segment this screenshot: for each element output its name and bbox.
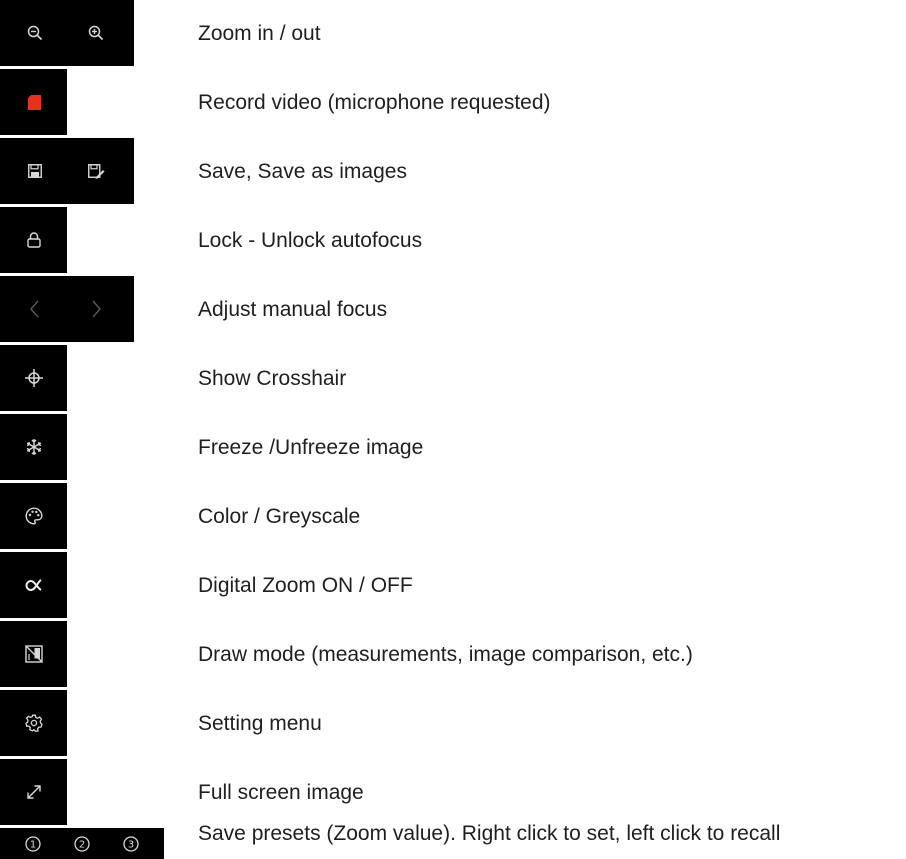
legend-label: Color / Greyscale — [198, 504, 361, 528]
palette-icon — [25, 507, 43, 525]
lock-icon — [27, 232, 41, 248]
legend-row-record: Record video (microphone requested) — [0, 69, 906, 135]
svg-text:1: 1 — [30, 840, 36, 851]
focus-decrease-button[interactable] — [20, 294, 50, 324]
legend-label: Adjust manual focus — [198, 297, 388, 321]
svg-text:2: 2 — [79, 840, 85, 851]
zoom-in-icon — [88, 25, 104, 41]
legend-row-color: Color / Greyscale — [0, 483, 906, 549]
lock-button[interactable] — [19, 225, 49, 255]
svg-text:3: 3 — [128, 840, 134, 851]
legend-label: Draw mode (measurements, image compariso… — [198, 642, 693, 666]
legend-label: Setting menu — [198, 711, 322, 735]
legend-label: Full screen image — [198, 780, 364, 804]
draw-mode-icon — [25, 645, 43, 663]
legend-row-zoom: Zoom in / out — [0, 0, 906, 66]
preset-1-button[interactable]: 1 — [21, 832, 45, 856]
legend-row-focus: Adjust manual focus — [0, 276, 906, 342]
legend-row-save: Save, Save as images — [0, 138, 906, 204]
digital-zoom-button[interactable] — [19, 570, 49, 600]
legend-label: Freeze /Unfreeze image — [198, 435, 424, 459]
legend-label: Lock - Unlock autofocus — [198, 228, 423, 252]
legend-label: Save presets (Zoom value). Right click t… — [198, 821, 781, 845]
gear-icon — [25, 714, 43, 732]
crosshair-button[interactable] — [19, 363, 49, 393]
save-icon — [28, 164, 42, 178]
preset-3-button[interactable]: 3 — [119, 832, 143, 856]
zoom-in-button[interactable] — [81, 18, 111, 48]
zoom-out-button[interactable] — [20, 18, 50, 48]
proportional-icon — [25, 579, 42, 592]
save-button[interactable] — [20, 156, 50, 186]
chevron-left-icon — [30, 300, 39, 318]
legend-row-crosshair: Show Crosshair — [0, 345, 906, 411]
focus-increase-button[interactable] — [81, 294, 111, 324]
legend-row-presets: 1 2 3 Save presets (Zoom value). Right c… — [0, 823, 906, 859]
chevron-right-icon — [92, 300, 101, 318]
legend-row-lock: Lock - Unlock autofocus — [0, 207, 906, 273]
crosshair-icon — [25, 369, 43, 387]
draw-mode-button[interactable] — [19, 639, 49, 669]
legend-label: Show Crosshair — [198, 366, 347, 390]
legend-row-draw: Draw mode (measurements, image compariso… — [0, 621, 906, 687]
legend-row-settings: Setting menu — [0, 690, 906, 756]
settings-button[interactable] — [19, 708, 49, 738]
record-icon — [27, 94, 41, 110]
preset-3-icon: 3 — [123, 836, 139, 852]
preset-2-icon: 2 — [74, 836, 90, 852]
expand-icon — [27, 785, 41, 799]
freeze-button[interactable] — [19, 432, 49, 462]
legend-row-freeze: Freeze /Unfreeze image — [0, 414, 906, 480]
snowflake-icon — [26, 439, 42, 455]
legend-label: Digital Zoom ON / OFF — [198, 573, 413, 597]
legend-row-fullscreen: Full screen image — [0, 759, 906, 825]
save-as-button[interactable] — [81, 156, 111, 186]
fullscreen-button[interactable] — [19, 777, 49, 807]
preset-2-button[interactable]: 2 — [70, 832, 94, 856]
color-toggle-button[interactable] — [19, 501, 49, 531]
legend-row-digital-zoom: Digital Zoom ON / OFF — [0, 552, 906, 618]
preset-1-icon: 1 — [25, 836, 41, 852]
legend-label: Zoom in / out — [198, 21, 321, 45]
legend-label: Record video (microphone requested) — [198, 90, 551, 114]
record-button[interactable] — [19, 87, 49, 117]
legend-label: Save, Save as images — [198, 159, 407, 183]
save-as-icon — [87, 163, 104, 179]
zoom-out-icon — [27, 25, 43, 41]
